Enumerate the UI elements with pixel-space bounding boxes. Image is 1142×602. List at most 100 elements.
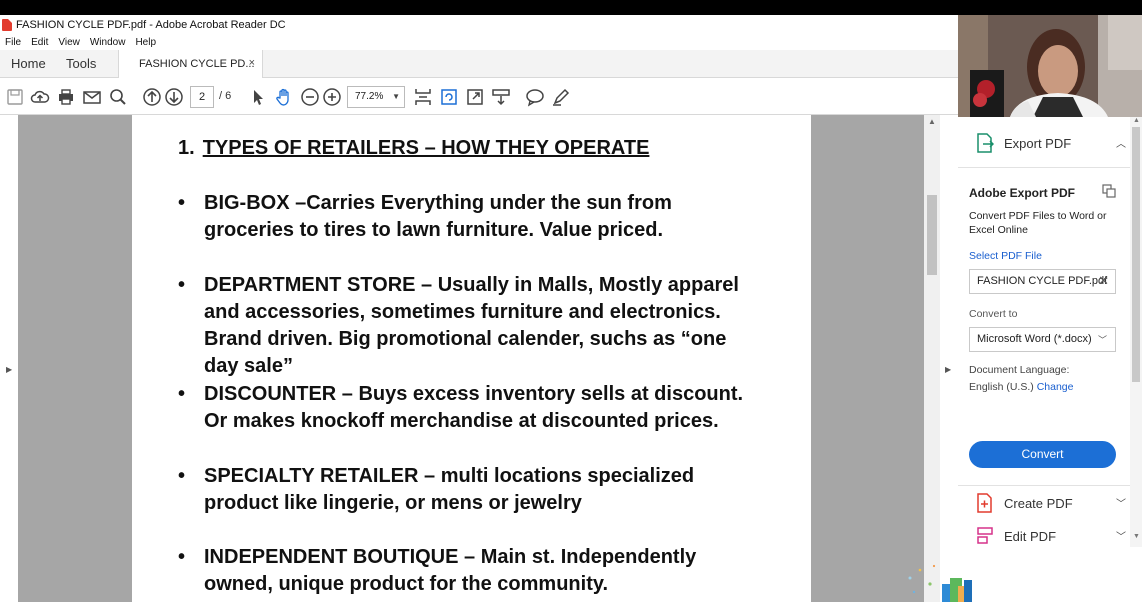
collapse-right-panel-icon[interactable]: ▶ [945,365,951,374]
panel-scrollbar-thumb[interactable] [1132,127,1140,382]
right-tools-panel: Export PDF ︿ Adobe Export PDF Convert PD… [958,117,1142,602]
page-number-input[interactable]: 2 [190,86,214,108]
scroll-up-icon[interactable]: ▲ [1133,117,1140,124]
screen-top-bar [0,0,1142,15]
save-icon[interactable] [5,87,25,107]
change-language-link[interactable]: Change [1037,381,1074,393]
menu-bar: File Edit View Window Help [0,34,958,50]
scroll-mode-icon[interactable] [491,87,511,107]
document-language-value: English (U.S.) [969,381,1034,393]
rotate-page-icon[interactable] [439,87,459,107]
export-section-title: Adobe Export PDF [969,186,1076,200]
next-page-icon[interactable] [164,87,184,107]
export-pdf-label: Export PDF [1004,135,1072,151]
bullet-point: • [178,465,186,487]
convert-format-select[interactable]: Microsoft Word (*.docx) ﹀ [969,327,1116,352]
left-gutter: ▶ [0,115,18,602]
zoom-level-select[interactable]: 77.2% ▼ [347,86,405,108]
search-icon[interactable] [108,87,128,107]
convert-format-value: Microsoft Word (*.docx) [977,333,1092,345]
edit-pdf-label: Edit PDF [1004,528,1057,544]
bullet-point: • [178,192,186,214]
tab-bar: Home Tools FASHION CYCLE PD... × [0,50,958,79]
heading-text: TYPES OF RETAILERS – HOW THEY OPERATE [202,137,650,159]
pdf-page: 1. TYPES OF RETAILERS – HOW THEY OPERATE … [132,115,811,602]
nepris-logo: nepris [908,564,1096,602]
right-panel-toggle-strip: ▶ [940,115,958,602]
zoom-level-value: 77.2% [355,91,384,102]
highlight-pen-icon[interactable] [551,87,571,107]
create-pdf-tool[interactable]: Create PDF ﹀ [976,493,1126,513]
tab-home[interactable]: Home [11,56,46,71]
chevron-down-icon: ▼ [392,92,400,101]
edit-pdf-tool[interactable]: Edit PDF ﹀ [976,526,1126,546]
document-scrollbar[interactable]: ▲ [924,115,940,602]
menu-view[interactable]: View [58,37,80,48]
bullet-text: SPECIALTY RETAILER – multi locations spe… [204,465,695,514]
pdf-file-icon [2,18,12,31]
panel-divider [958,167,1130,168]
chevron-down-icon[interactable]: ﹀ [1116,528,1126,543]
heading-number: 1. [178,137,195,159]
bullet-point: • [178,546,186,568]
full-screen-icon[interactable] [465,87,485,107]
title-bar: FASHION CYCLE PDF.pdf - Adobe Acrobat Re… [0,15,958,34]
expand-left-panel-icon[interactable]: ▶ [6,365,12,374]
document-language-row: English (U.S.) Change [969,381,1073,393]
print-icon[interactable] [56,87,76,107]
copy-icon[interactable] [1102,184,1116,198]
previous-page-icon[interactable] [142,87,162,107]
chevron-up-icon[interactable]: ︿ [1116,135,1126,150]
export-description: Convert PDF Files to Word or Excel Onlin… [969,210,1107,236]
export-pdf-tool[interactable]: Export PDF ︿ [976,133,1126,153]
select-pdf-file-link[interactable]: Select PDF File [969,250,1042,262]
email-icon[interactable] [82,87,102,107]
bullet-point: • [178,274,186,296]
zoom-in-icon[interactable] [322,87,342,107]
upload-cloud-icon[interactable] [30,87,50,107]
bullet-text: DEPARTMENT STORE – Usually in Malls, Mos… [204,274,739,377]
scroll-up-icon[interactable]: ▲ [928,117,936,126]
comment-icon[interactable] [525,87,545,107]
export-section: Adobe Export PDF [969,186,1075,200]
bullet-text: DISCOUNTER – Buys excess inventory sells… [204,383,744,432]
scrollbar-thumb[interactable] [927,195,937,275]
clear-file-icon[interactable]: ✕ [1098,273,1109,289]
chevron-down-icon[interactable]: ﹀ [1116,495,1126,510]
document-language-label: Document Language: [969,364,1070,376]
panel-scrollbar[interactable]: ▲ ▼ [1130,117,1142,547]
bullet-text: INDEPENDENT BOUTIQUE – Main st. Independ… [204,546,697,595]
convert-button[interactable]: Convert [969,441,1116,468]
acrobat-window: FASHION CYCLE PDF.pdf - Adobe Acrobat Re… [0,15,958,602]
selected-file-name: FASHION CYCLE PDF.pdf [977,275,1108,287]
selected-file-field[interactable]: FASHION CYCLE PDF.pdf ✕ [969,269,1116,294]
edit-pdf-icon [977,527,993,544]
convert-to-label: Convert to [969,308,1018,320]
document-tab-label: FASHION CYCLE PD... [139,58,255,70]
close-tab-icon[interactable]: × [249,57,255,69]
scroll-down-icon[interactable]: ▼ [1133,533,1140,540]
tab-document[interactable]: FASHION CYCLE PD... × [118,50,263,79]
page-total: / 6 [219,90,232,102]
zoom-out-icon[interactable] [300,87,320,107]
create-pdf-icon [977,493,992,513]
toolbar: 2 / 6 77.2% ▼ [0,78,958,115]
select-cursor-icon[interactable] [248,87,268,107]
fit-page-icon[interactable] [413,87,433,107]
bullet-text: BIG-BOX –Carries Everything under the su… [204,192,672,241]
bullet-point: • [178,383,186,405]
page-heading: 1. TYPES OF RETAILERS – HOW THEY OPERATE [178,137,649,160]
window-title: FASHION CYCLE PDF.pdf - Adobe Acrobat Re… [16,18,286,31]
watermark-text: nepris [976,571,1096,602]
presenter-webcam [958,15,1142,117]
tab-tools[interactable]: Tools [66,56,96,71]
create-pdf-label: Create PDF [1004,495,1073,511]
menu-file[interactable]: File [5,37,21,48]
export-pdf-icon [977,133,994,153]
menu-edit[interactable]: Edit [31,37,48,48]
hand-tool-icon[interactable] [274,87,294,107]
chevron-down-icon: ﹀ [1097,335,1107,345]
menu-help[interactable]: Help [135,37,156,48]
menu-window[interactable]: Window [90,37,126,48]
panel-divider [958,485,1130,486]
